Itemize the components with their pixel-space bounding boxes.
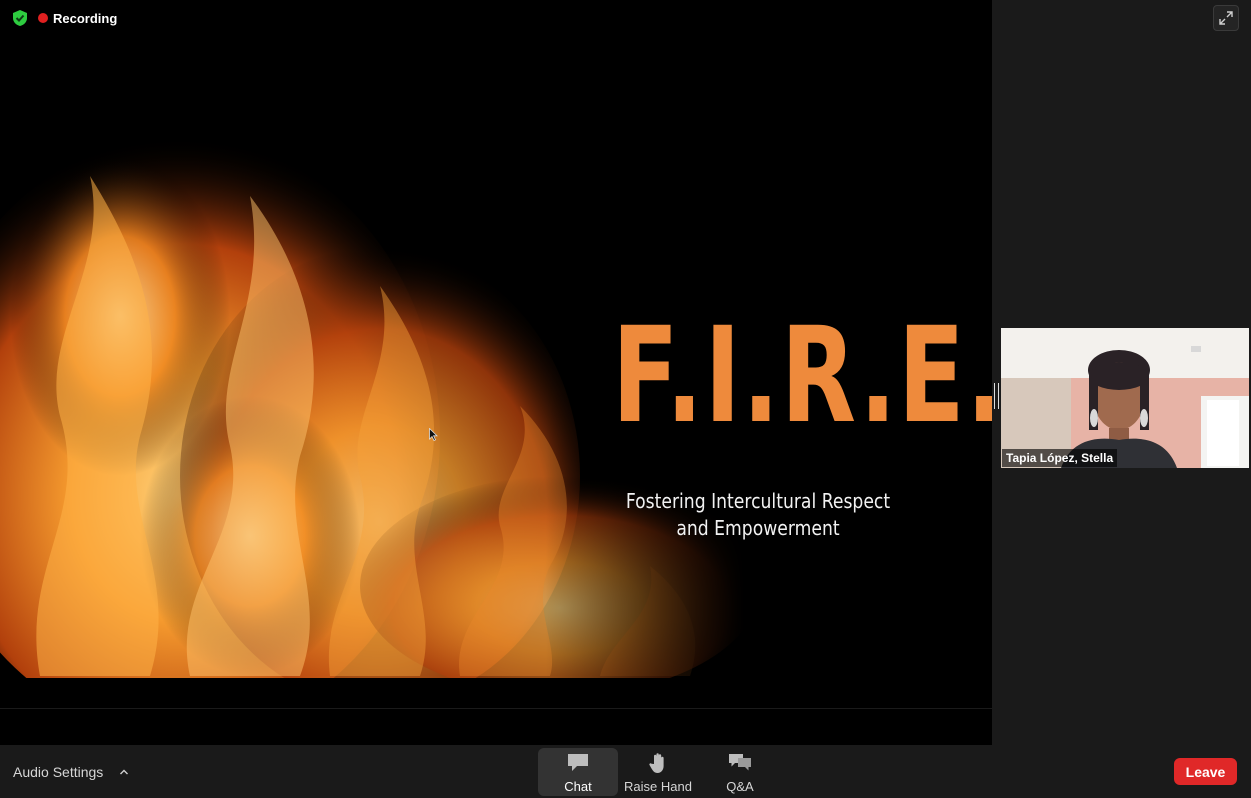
cursor-icon bbox=[429, 428, 438, 441]
gallery-panel: Tapia López, Stella bbox=[992, 0, 1251, 745]
participant-video bbox=[1001, 328, 1249, 468]
chat-button[interactable]: Chat bbox=[538, 748, 618, 796]
caret-up-icon[interactable] bbox=[119, 768, 129, 776]
shield-icon[interactable] bbox=[12, 9, 28, 27]
raise-hand-icon bbox=[649, 753, 664, 773]
meeting-toolbar: Audio Settings Chat Raise Hand Q&A Leave bbox=[0, 745, 1251, 798]
qa-button[interactable]: Q&A bbox=[702, 748, 778, 796]
share-area-divider bbox=[0, 708, 992, 709]
qa-label: Q&A bbox=[726, 779, 754, 794]
raise-hand-button[interactable]: Raise Hand bbox=[620, 748, 696, 796]
fullscreen-icon bbox=[1219, 11, 1233, 25]
raise-hand-label: Raise Hand bbox=[624, 779, 692, 794]
participant-name: Tapia López, Stella bbox=[1002, 449, 1118, 467]
panel-resize-handle[interactable] bbox=[994, 383, 999, 409]
fullscreen-button[interactable] bbox=[1213, 5, 1239, 31]
chat-icon bbox=[568, 754, 588, 771]
slide-subtitle: Fostering Intercultural Respect and Empo… bbox=[596, 488, 919, 542]
slide-subtitle-line1: Fostering Intercultural Respect bbox=[625, 489, 891, 513]
slide-title: F.I.R.E. bbox=[612, 299, 992, 453]
slide-subtitle-line2: and Empowerment bbox=[676, 516, 840, 540]
participant-video-tile[interactable]: Tapia López, Stella bbox=[1001, 328, 1249, 468]
recording-indicator[interactable]: Recording bbox=[38, 11, 117, 26]
meeting-status-bar: Recording bbox=[0, 0, 992, 36]
audio-settings-button[interactable]: Audio Settings bbox=[13, 764, 129, 780]
audio-settings-label: Audio Settings bbox=[13, 764, 104, 780]
recording-label: Recording bbox=[53, 10, 118, 26]
qa-icon bbox=[729, 754, 751, 771]
presentation-slide: F.I.R.E. Fostering Intercultural Respect… bbox=[0, 116, 992, 678]
recording-dot-icon bbox=[38, 13, 48, 23]
screen-share-area: Recording F.I.R.E. Fostering Intercultur… bbox=[0, 0, 992, 745]
chat-label: Chat bbox=[564, 779, 592, 794]
zoom-meeting-window: Recording F.I.R.E. Fostering Intercultur… bbox=[0, 0, 1251, 798]
leave-button[interactable]: Leave bbox=[1174, 758, 1237, 785]
